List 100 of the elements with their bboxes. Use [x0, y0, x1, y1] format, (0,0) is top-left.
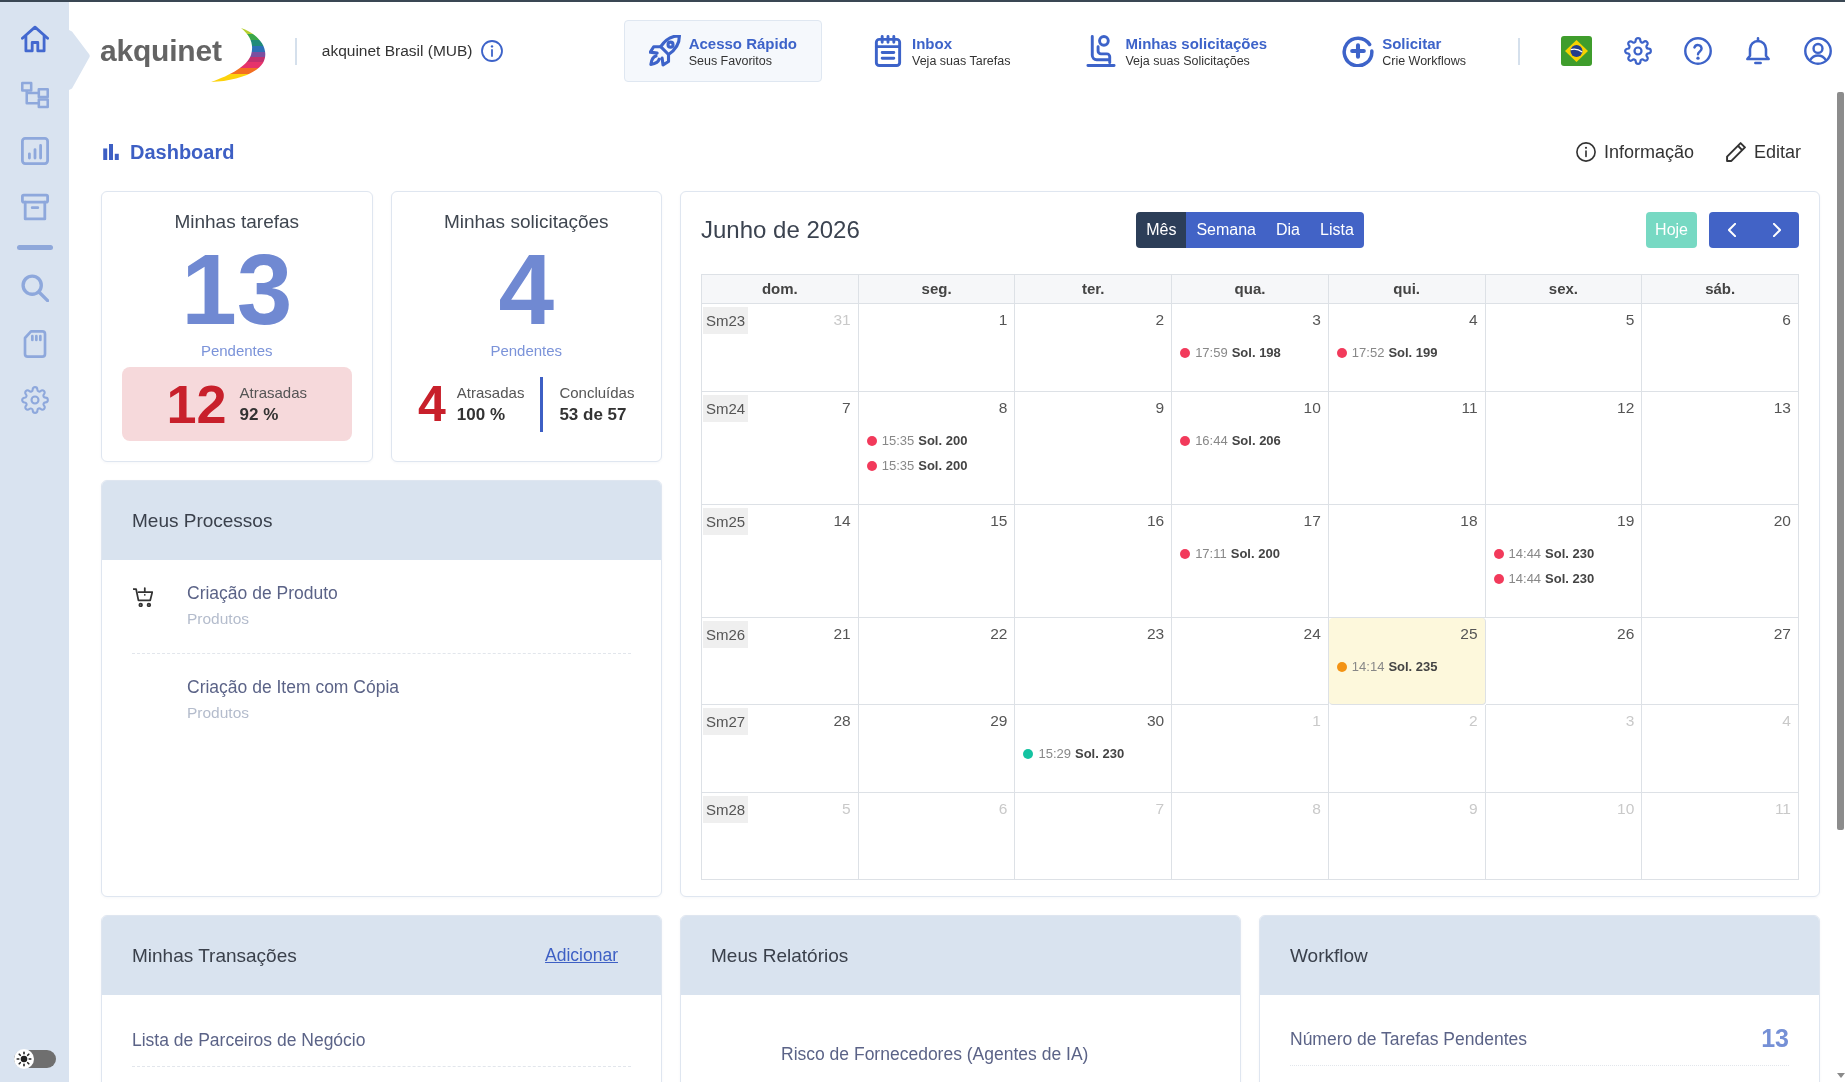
day-number: 14	[833, 511, 852, 531]
day-number: 9	[1155, 398, 1166, 418]
quick-link[interactable]: Acesso Rápido Seus Favoritos	[623, 20, 822, 82]
completed-value: 53 de 57	[559, 404, 628, 425]
pending-count: 4	[498, 239, 555, 339]
process-link[interactable]: Criação de Produto	[187, 582, 338, 604]
day-number: 22	[990, 624, 1009, 644]
week-number: Sm24	[703, 395, 749, 422]
next-button[interactable]	[1754, 212, 1799, 248]
help-icon[interactable]	[1684, 37, 1712, 65]
calendar-event[interactable]: 14:44 Sol. 230	[1485, 541, 1595, 566]
day-number: 16	[1146, 511, 1166, 531]
calendar-event[interactable]: 16:44 Sol. 206	[1172, 428, 1281, 453]
calendar-event[interactable]: 17:11 Sol. 200	[1172, 541, 1280, 566]
day-number: 5	[1625, 310, 1636, 330]
week-number: Sm23	[703, 307, 749, 334]
plus-circle-icon	[1342, 35, 1375, 67]
day-number: 4	[1468, 310, 1479, 330]
calendar-event[interactable]: 15:35 Sol. 200	[858, 428, 968, 453]
card-title: Minhas solicitações	[443, 210, 609, 234]
day-number: 2	[1155, 310, 1166, 330]
day-number: 23	[1146, 624, 1166, 644]
week-number: Sm26	[703, 621, 749, 648]
seated-person-icon	[1085, 35, 1118, 67]
bar-chart-icon	[20, 137, 49, 165]
view-tab[interactable]: Lista	[1310, 212, 1364, 248]
view-tab[interactable]: Mês	[1136, 212, 1187, 248]
notifications-icon[interactable]	[1744, 37, 1772, 65]
pending-label: Pendentes	[200, 341, 273, 361]
day-number: 30	[1146, 711, 1166, 731]
day-number: 15	[990, 511, 1009, 531]
view-tab[interactable]: Semana	[1186, 212, 1266, 248]
card-title: Minhas Transações	[132, 944, 297, 967]
day-number: 27	[1773, 624, 1792, 644]
card-title: Meus Processos	[132, 509, 273, 532]
week-number: Sm25	[703, 508, 749, 535]
metric-value: 13	[1761, 1024, 1789, 1053]
settings-icon[interactable]	[1624, 37, 1652, 65]
info-icon	[1575, 142, 1596, 162]
overdue-count: 12	[166, 377, 227, 431]
hierarchy-icon	[20, 81, 49, 109]
notepad-icon	[872, 35, 904, 67]
day-number: 1	[998, 310, 1009, 330]
brand-name: akquinet	[100, 34, 222, 68]
metric-label: Número de Tarefas Pendentes	[1290, 1027, 1528, 1050]
calendar-title: Junho de 2026	[701, 216, 860, 244]
edit-button[interactable]: Editar	[1725, 141, 1801, 163]
info-icon[interactable]	[480, 40, 503, 62]
calendar-event[interactable]: 15:35 Sol. 200	[858, 453, 968, 478]
day-number: 28	[833, 711, 852, 731]
day-number: 3	[1312, 310, 1322, 330]
calendar-event[interactable]: 15:29 Sol. 230	[1015, 741, 1125, 766]
chevron-left-icon	[1727, 223, 1736, 237]
archive-icon	[20, 193, 49, 221]
card-title: Meus Relatórios	[711, 944, 849, 967]
weekday-header: qua.	[1172, 275, 1329, 304]
day-number: 21	[833, 624, 852, 644]
completed-label: Concluídas	[559, 383, 635, 401]
add-link[interactable]: Adicionar	[545, 945, 618, 966]
day-number: 11	[1461, 398, 1479, 418]
transaction-link[interactable]: Lista de Parceiros de Negócio	[132, 1030, 366, 1050]
card-title: Minhas tarefas	[174, 210, 300, 234]
scrollbar-thumb[interactable]	[1837, 92, 1844, 830]
info-button[interactable]: Informação	[1575, 141, 1694, 163]
week-number: Sm28	[703, 796, 749, 823]
day-number: 26	[1617, 624, 1636, 644]
pending-count: 13	[181, 239, 293, 339]
search-icon	[20, 274, 49, 302]
weekday-header: ter.	[1015, 275, 1173, 304]
quick-link[interactable]: Inbox Veja suas Tarefas	[847, 20, 1036, 82]
day-number: 20	[1773, 511, 1792, 531]
process-category: Produtos	[187, 703, 250, 723]
process-link[interactable]: Criação de Item com Cópia	[187, 676, 400, 698]
pencil-icon	[1725, 142, 1746, 162]
week-number: Sm27	[703, 708, 749, 735]
calendar-event[interactable]: 14:44 Sol. 230	[1485, 566, 1595, 591]
day-number: 17	[1303, 511, 1322, 531]
sun-icon	[13, 1049, 34, 1069]
flag-icon[interactable]	[1561, 36, 1592, 66]
view-tab[interactable]: Dia	[1266, 212, 1310, 248]
quick-link[interactable]: Minhas solicitações Veja suas Solicitações	[1060, 20, 1293, 82]
overdue-label: Atrasadas	[456, 383, 525, 401]
weekday-header: qui.	[1328, 275, 1486, 304]
pending-label: Pendentes	[490, 341, 563, 361]
scroll-down-icon[interactable]	[1836, 1073, 1845, 1078]
calendar-event[interactable]: 17:59 Sol. 198	[1172, 340, 1281, 365]
previous-button[interactable]	[1709, 212, 1754, 248]
quick-link[interactable]: Solicitar Crie Workflows	[1317, 20, 1491, 82]
day-number: 10	[1303, 398, 1322, 418]
overdue-count: 4	[418, 379, 446, 429]
calendar-event[interactable]: 17:52 Sol. 199	[1328, 340, 1438, 365]
overdue-percent: 92 %	[239, 404, 280, 425]
home-icon	[20, 25, 49, 53]
user-icon[interactable]	[1804, 37, 1832, 65]
chevron-right-icon	[1772, 223, 1781, 237]
calendar-event[interactable]: 14:14 Sol. 235	[1328, 654, 1438, 679]
page-title: Dashboard	[130, 140, 235, 164]
card-title: Workflow	[1290, 944, 1368, 967]
theme-toggle[interactable]	[13, 1050, 56, 1068]
report-link[interactable]: Risco de Fornecedores (Agentes de IA)	[781, 1044, 1089, 1064]
